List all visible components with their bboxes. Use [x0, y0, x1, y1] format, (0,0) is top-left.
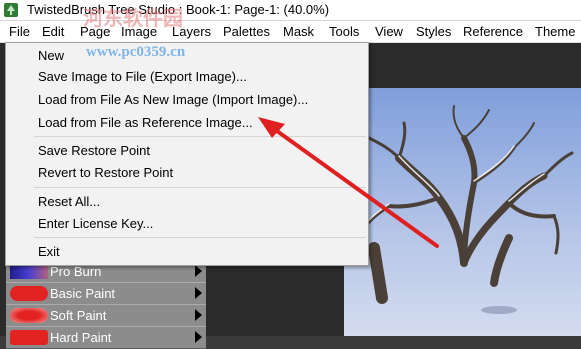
brush-swatch: [10, 308, 48, 323]
menu-item-load-new-image[interactable]: Load from File As New Image (Import Imag…: [6, 90, 368, 110]
menu-item-label: New: [38, 48, 65, 63]
expand-arrow-icon[interactable]: [195, 265, 202, 277]
menu-item-exit[interactable]: Exit: [6, 242, 368, 262]
tree-shadow: [481, 306, 517, 314]
app-icon: [4, 3, 18, 17]
menu-item-label: Exit: [38, 244, 60, 259]
brush-swatch: [10, 264, 48, 279]
menu-item-save-image[interactable]: Save Image to File (Export Image)...: [6, 67, 368, 87]
menu-separator: [34, 136, 366, 137]
brush-label: Soft Paint: [50, 308, 107, 323]
brush-item-soft-paint[interactable]: Soft Paint: [6, 304, 206, 327]
menu-item-revert-restore-point[interactable]: Revert to Restore Point: [6, 163, 368, 183]
menu-item-label: Save Restore Point: [38, 143, 151, 158]
brush-swatch: [10, 286, 48, 301]
menu-styles[interactable]: Styles: [416, 23, 451, 40]
expand-arrow-icon[interactable]: [195, 287, 202, 299]
expand-arrow-icon[interactable]: [195, 309, 202, 321]
menu-item-load-reference[interactable]: Load from File as Reference Image...: [6, 113, 368, 133]
menu-item-new[interactable]: New: [6, 46, 368, 66]
menu-item-enter-license[interactable]: Enter License Key...: [6, 214, 368, 234]
menu-palettes[interactable]: Palettes: [223, 23, 270, 40]
menu-file[interactable]: File: [9, 23, 30, 40]
menu-separator: [34, 187, 366, 188]
menu-item-label: Load from File As New Image (Import Imag…: [38, 92, 309, 107]
menu-view[interactable]: View: [375, 23, 403, 40]
menu-item-save-restore-point[interactable]: Save Restore Point: [6, 141, 368, 161]
file-menu-dropdown: New Save Image to File (Export Image)...…: [5, 42, 369, 266]
watermark-url: www.pc0359.cn: [86, 44, 186, 60]
menu-reference[interactable]: Reference: [463, 23, 523, 40]
menu-item-reset-all[interactable]: Reset All...: [6, 192, 368, 212]
expand-arrow-icon[interactable]: [195, 331, 202, 343]
brush-label: Hard Paint: [50, 330, 112, 345]
menu-mask[interactable]: Mask: [283, 23, 314, 40]
menu-separator: [34, 237, 366, 238]
brush-item-hard-paint[interactable]: Hard Paint: [6, 326, 206, 349]
brush-palette: Pro Burn Basic Paint Soft Paint Hard Pai…: [6, 260, 206, 349]
menu-theme[interactable]: Theme: [535, 23, 575, 40]
watermark-logo: 河东软件园: [83, 6, 183, 30]
menu-item-label: Save Image to File (Export Image)...: [38, 69, 247, 84]
brush-item-basic-paint[interactable]: Basic Paint: [6, 282, 206, 305]
painting-canvas[interactable]: [344, 88, 581, 336]
brush-label: Basic Paint: [50, 286, 116, 301]
menu-item-label: Reset All...: [38, 194, 101, 209]
menu-item-label: Enter License Key...: [38, 216, 154, 231]
menu-tools[interactable]: Tools: [329, 23, 359, 40]
brush-swatch: [10, 330, 48, 345]
menu-edit[interactable]: Edit: [42, 23, 64, 40]
menu-item-label: Revert to Restore Point: [38, 165, 174, 180]
menu-item-label: Load from File as Reference Image...: [38, 115, 253, 130]
